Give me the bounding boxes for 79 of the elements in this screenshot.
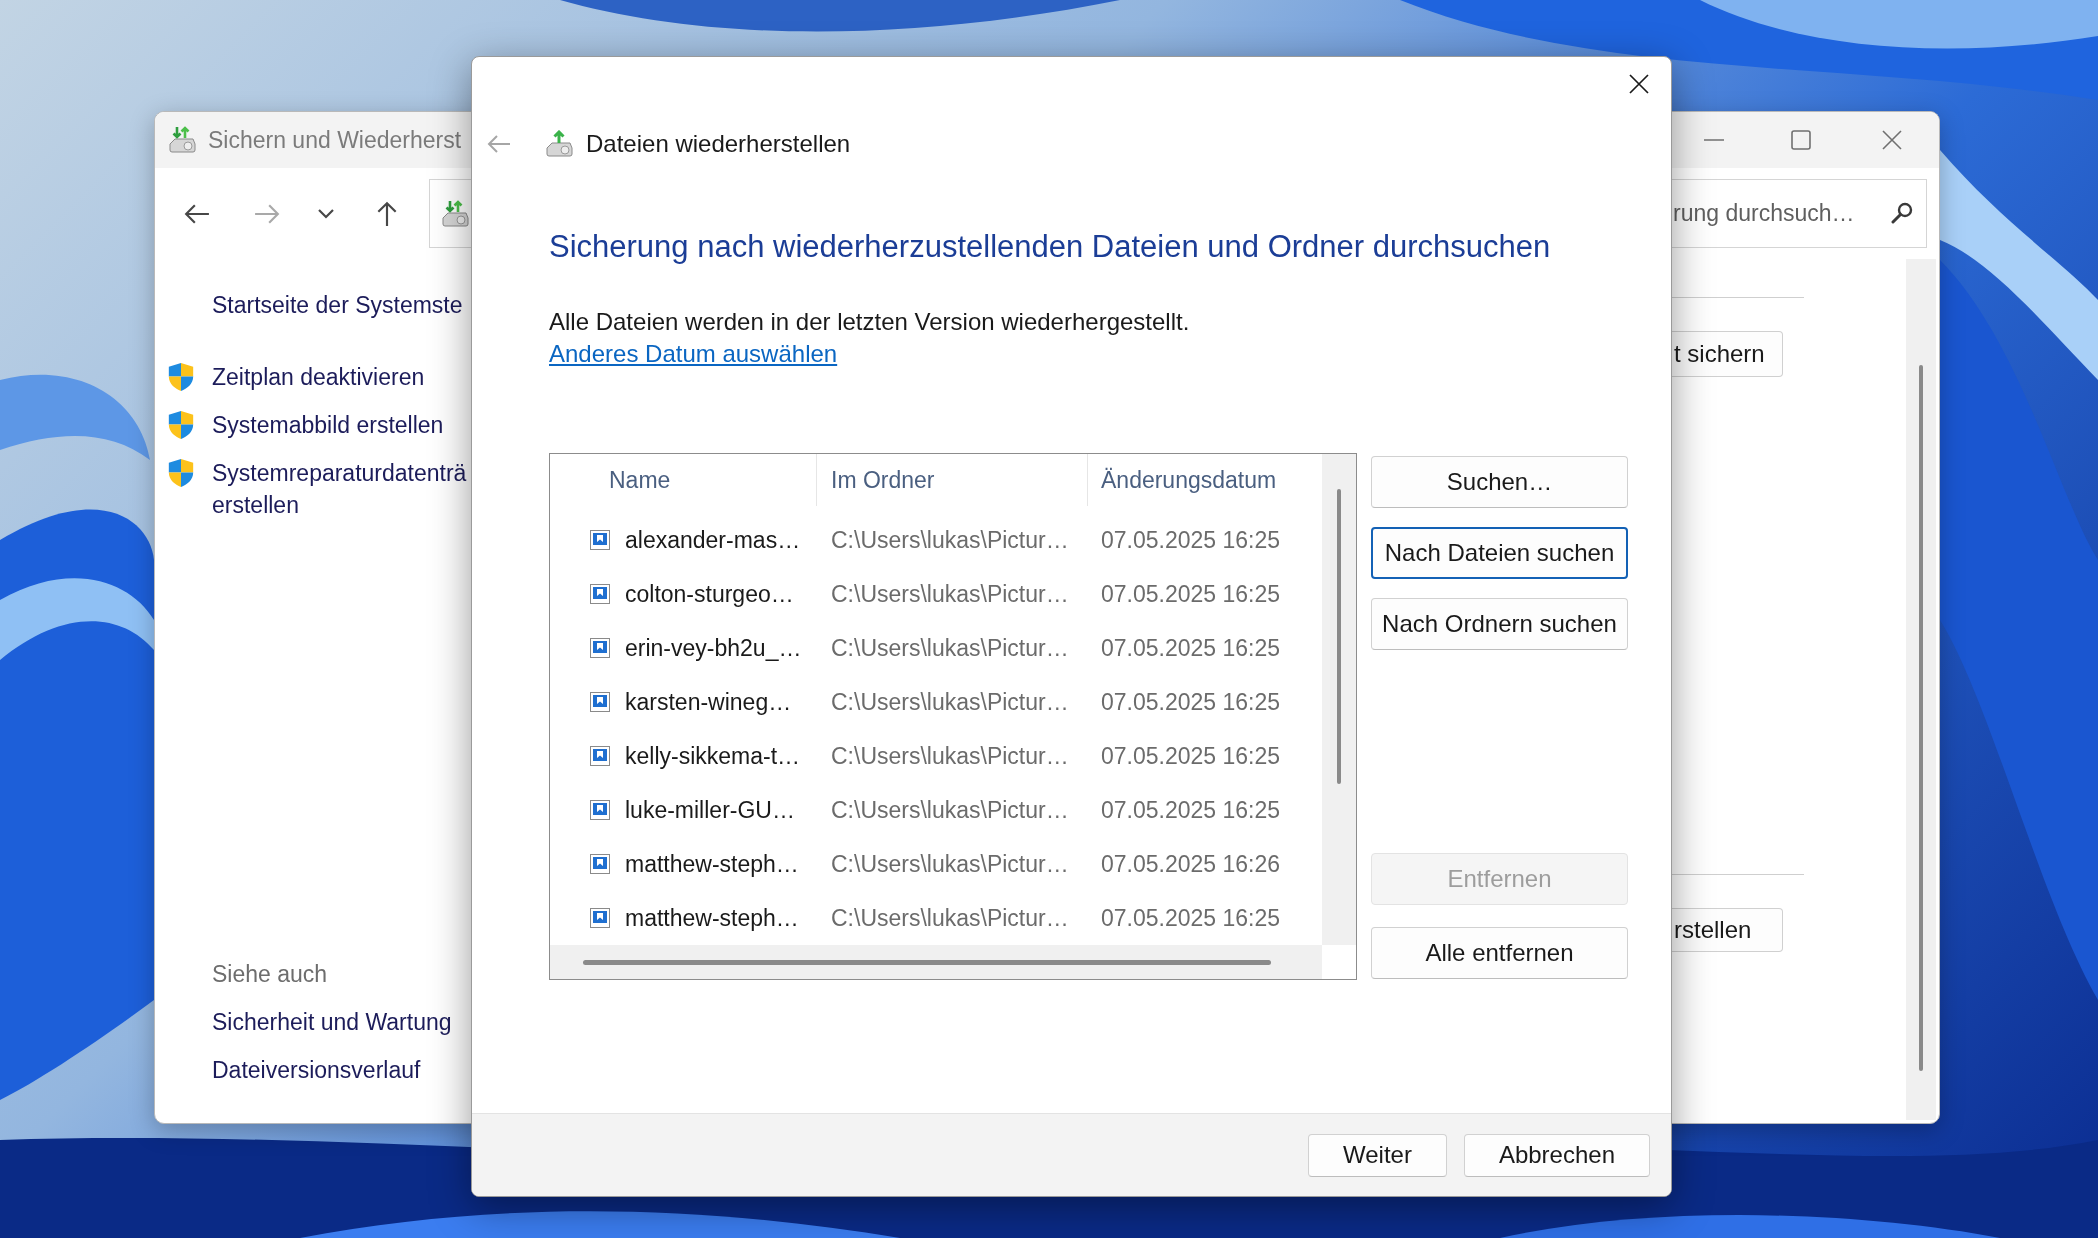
modified-date: 07.05.2025 16:25 [1100,742,1282,770]
dialog-button[interactable]: Weiter [1308,1133,1447,1177]
folder-path: C:\Users\lukas\Pictur… [830,526,1070,554]
see-also-link[interactable]: Dateiversionsverlauf [212,1054,421,1086]
see-also-heading: Siehe auch [212,960,328,989]
close-icon [1881,130,1902,150]
image-file-icon [590,854,610,874]
shield-icon [168,411,194,439]
minimize-icon [1703,139,1724,141]
search-option-button[interactable]: Nach Ordnern suchen [1371,598,1628,650]
window-button[interactable]: rstellen [1671,908,1783,952]
file-name[interactable]: luke-miller-GU… [625,796,795,824]
task-link[interactable]: Systemabbild erstellen [212,409,444,441]
forward-arrow-icon [254,202,280,225]
drive-with-arrow-icon [544,130,574,158]
folder-path: C:\Users\lukas\Pictur… [830,580,1070,608]
modified-date: 07.05.2025 16:26 [1100,850,1282,878]
see-also-link[interactable]: Sicherheit und Wartung [212,1006,452,1038]
vertical-scrollbar[interactable] [1322,454,1356,945]
file-name[interactable]: colton-sturgeo… [625,580,794,608]
remove-button[interactable]: Alle entfernen [1371,927,1628,979]
column-header[interactable]: Änderungsdatum [1088,454,1322,506]
image-file-icon [590,908,610,928]
file-name[interactable]: matthew-steph… [625,850,799,878]
folder-path: C:\Users\lukas\Pictur… [830,850,1070,878]
folder-path: C:\Users\lukas\Pictur… [830,796,1070,824]
image-file-icon [590,638,610,658]
maximize-icon [1790,130,1811,150]
back-arrow-icon [487,134,511,154]
drive-with-arrows-icon [440,199,470,228]
dialog-title: Dateien wiederherstellen [586,130,851,158]
shield-icon [168,363,194,391]
modified-date: 07.05.2025 16:25 [1100,634,1282,662]
file-list[interactable] [549,453,1357,980]
control-panel-home-link[interactable]: Startseite der Systemste [212,289,463,321]
chevron-down-icon [318,208,334,219]
scrollbar-thumb[interactable] [1919,365,1923,1071]
file-name[interactable]: kelly-sikkema-t… [625,742,801,770]
search-field[interactable]: rung durchsuch… [1672,179,1927,248]
modified-date: 07.05.2025 16:25 [1100,688,1282,716]
window-title: Sichern und Wiederherst [208,126,462,154]
modified-date: 07.05.2025 16:25 [1100,580,1282,608]
column-header[interactable]: Name [550,454,817,506]
file-name[interactable]: erin-vey-bh2u_… [625,634,802,662]
description-text: Alle Dateien werden in der letzten Version wiederhergestellt. [549,307,1190,337]
column-header[interactable]: Im Ordner [817,454,1088,506]
folder-path: C:\Users\lukas\Pictur… [830,904,1070,932]
back-arrow-icon [184,202,210,225]
up-arrow-icon [376,200,398,227]
change-date-link[interactable]: Anderes Datum auswählen [549,338,838,370]
dialog-heading: Sicherung nach wiederherzustellenden Dateien und Ordner durchsuchen [549,228,1551,266]
task-link[interactable]: Zeitplan deaktivieren [212,361,425,393]
search-option-button[interactable]: Suchen… [1371,456,1628,508]
image-file-icon [590,746,610,766]
modified-date: 07.05.2025 16:25 [1100,904,1282,932]
scrollbar-thumb[interactable] [1337,489,1341,784]
image-file-icon [590,800,610,820]
scrollbar-thumb[interactable] [583,959,1271,965]
file-name[interactable]: matthew-steph… [625,904,799,932]
search-option-button[interactable]: Nach Dateien suchen [1371,527,1628,579]
image-file-icon [590,584,610,604]
modified-date: 07.05.2025 16:25 [1100,796,1282,824]
drive-with-arrows-icon [167,126,197,154]
file-name[interactable]: karsten-wineg… [625,688,792,716]
folder-path: C:\Users\lukas\Pictur… [830,688,1070,716]
image-file-icon [590,692,610,712]
task-link[interactable]: Systemreparaturdatenträ erstellen [212,457,470,521]
search-icon [1891,202,1913,224]
folder-path: C:\Users\lukas\Pictur… [830,742,1070,770]
vertical-scrollbar[interactable] [1906,259,1936,1120]
horizontal-scrollbar[interactable] [550,945,1322,979]
window-button[interactable]: t sichern [1671,331,1783,377]
folder-path: C:\Users\lukas\Pictur… [830,634,1070,662]
dialog-button[interactable]: Abbrechen [1463,1133,1650,1177]
file-name[interactable]: alexander-mas… [625,526,801,554]
shield-icon [168,459,194,487]
close-icon [1629,74,1649,94]
image-file-icon [590,530,610,550]
modified-date: 07.05.2025 16:25 [1100,526,1282,554]
